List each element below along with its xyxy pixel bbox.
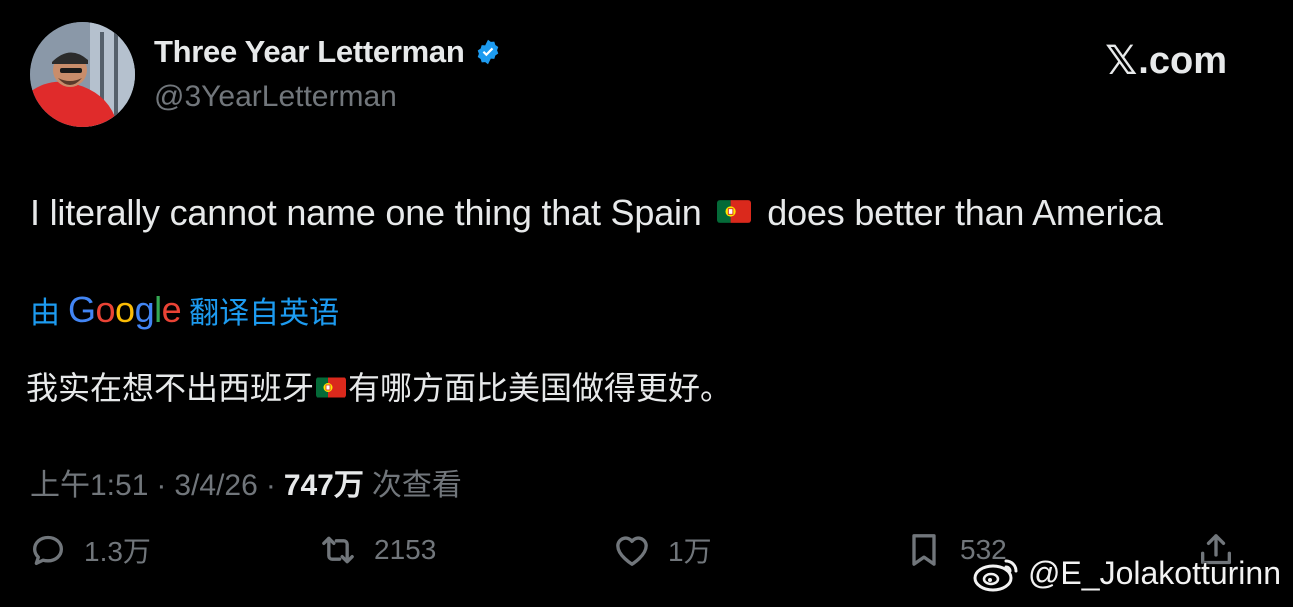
- translated-text-part-2: 有哪方面比美国做得更好。: [348, 370, 733, 406]
- author-display-name[interactable]: Three Year Letterman: [154, 34, 465, 70]
- weibo-logo-icon: [973, 559, 1018, 592]
- translation-prefix: 由: [30, 297, 60, 330]
- reply-icon: [33, 535, 63, 565]
- heart-icon: [616, 536, 648, 566]
- tweet-text: I literally cannot name one thing that S…: [30, 192, 1163, 234]
- author-handle[interactable]: @3YearLetterman: [154, 80, 397, 114]
- portugal-flag-icon: [316, 377, 347, 398]
- views-label: 次查看: [371, 469, 462, 502]
- translation-attribution[interactable]: 由 Google 翻译自英语: [30, 288, 339, 332]
- brand-watermark: 𝕏 .com: [1105, 38, 1227, 84]
- portugal-flag-icon: [717, 200, 752, 223]
- retweet-icon: [322, 536, 354, 564]
- brand-label: .com: [1138, 39, 1227, 82]
- views-count: 747万: [283, 469, 364, 502]
- like-button[interactable]: 1万: [612, 530, 712, 570]
- meta-separator: ·: [265, 469, 276, 502]
- bookmark-icon: [912, 534, 936, 566]
- tweet-meta: 上午1:51 · 3/4/26 · 747万 次查看: [30, 460, 462, 504]
- author-avatar[interactable]: [30, 22, 135, 127]
- meta-separator: ·: [156, 469, 167, 502]
- like-count: 1万: [668, 536, 712, 567]
- reply-button[interactable]: 1.3万: [28, 530, 151, 570]
- tweet-date[interactable]: 3/4/26: [174, 469, 257, 503]
- tweet-time[interactable]: 上午1:51: [30, 460, 148, 504]
- verified-badge-icon[interactable]: [474, 38, 502, 66]
- retweet-button[interactable]: 2153: [318, 530, 436, 570]
- x-logo-icon: 𝕏: [1105, 38, 1138, 84]
- tweet-text-part-2: does better than America: [767, 192, 1163, 233]
- reply-count: 1.3万: [84, 536, 151, 567]
- avatar-photo: [30, 22, 135, 127]
- weibo-watermark: @E_Jolakotturinn: [972, 553, 1281, 593]
- translation-suffix: 翻译自英语: [189, 297, 340, 330]
- translated-text: 我实在想不出西班牙 有哪方面比美国做得更好。: [26, 363, 732, 409]
- translated-text-part-1: 我实在想不出西班牙: [26, 370, 315, 406]
- google-logo: Google: [68, 289, 182, 330]
- tweet-text-part-1: I literally cannot name one thing that S…: [30, 192, 702, 233]
- retweet-count: 2153: [374, 534, 437, 565]
- author-name-row: Three Year Letterman: [154, 34, 502, 70]
- watermark-text: @E_Jolakotturinn: [1027, 554, 1281, 591]
